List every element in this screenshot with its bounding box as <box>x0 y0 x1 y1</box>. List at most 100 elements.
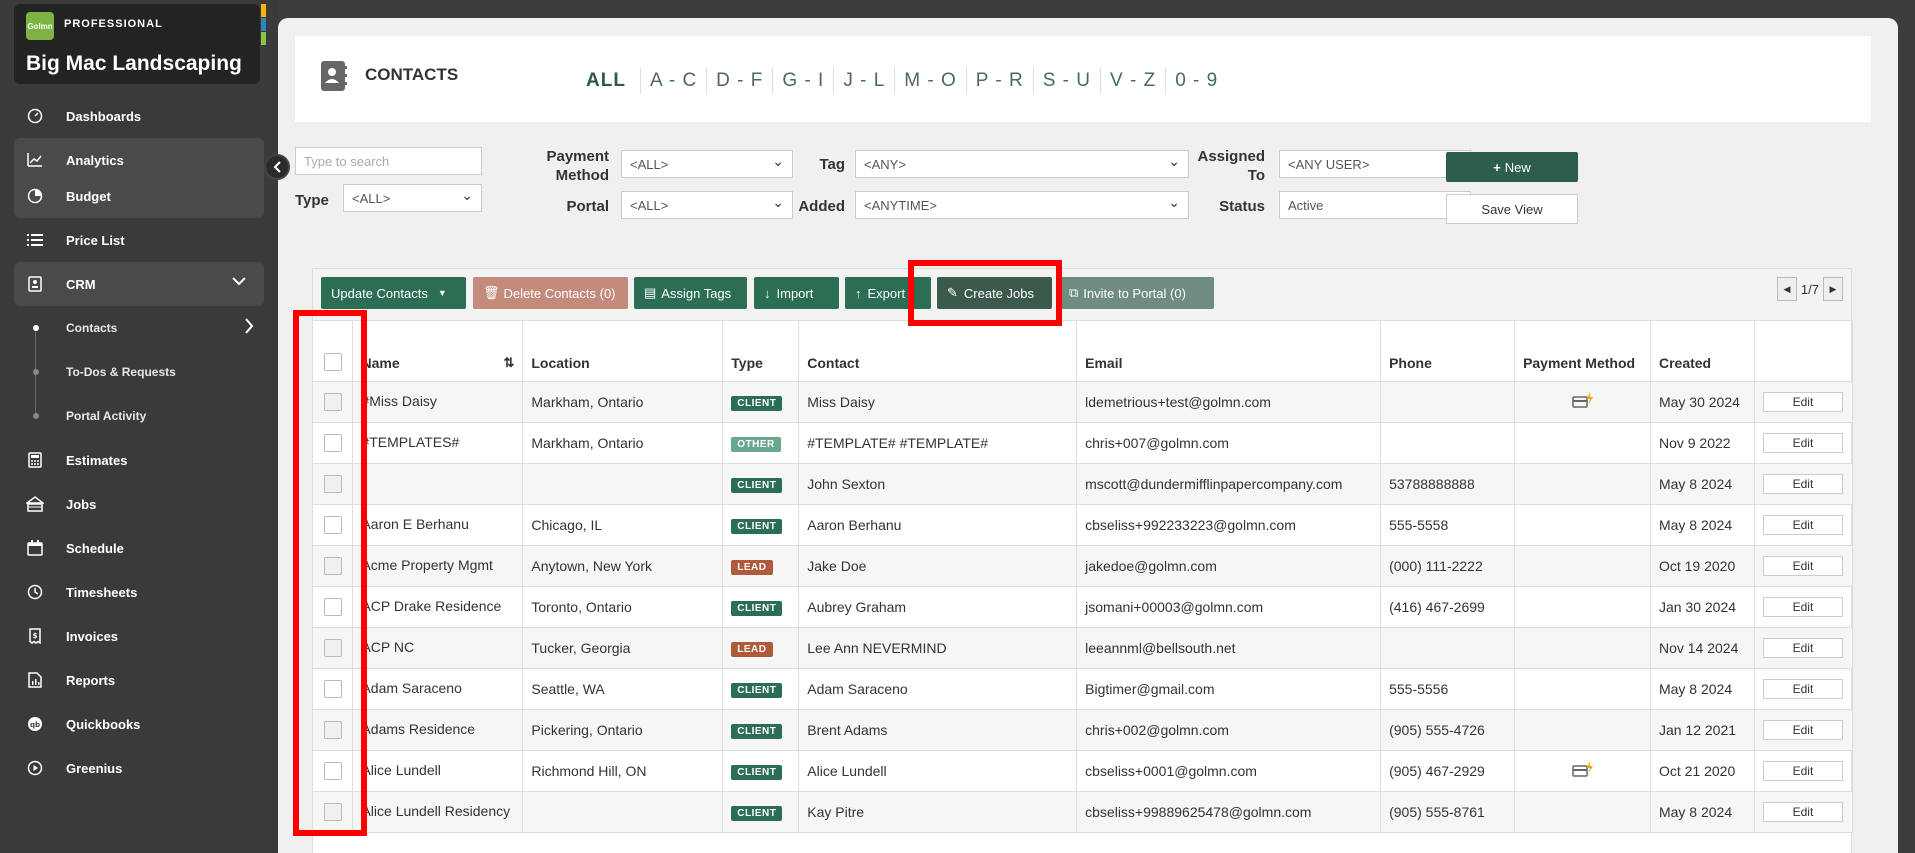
portal-select[interactable]: <ALL> <box>621 191 793 219</box>
import-button[interactable]: ↓ Import <box>754 277 839 309</box>
table-row[interactable]: Acme Property Mgmt Anytown, New York LEAD J… <box>313 545 1854 587</box>
nav-schedule[interactable]: Schedule <box>0 526 278 570</box>
cell-type: CLIENT <box>722 463 800 505</box>
nav-label: Schedule <box>66 540 124 556</box>
cell-name[interactable]: ACP Drake Residence <box>352 586 524 628</box>
alpha-d-f[interactable]: D - F <box>706 68 772 94</box>
nav-crm[interactable]: CRM <box>14 262 264 306</box>
table-row[interactable]: Adams Residence Pickering, Ontario CLIENT B… <box>313 709 1854 751</box>
table-row[interactable]: #TEMPLATES# Markham, Ontario OTHER #TEMPLAT… <box>313 422 1854 464</box>
collapse-sidebar-button[interactable] <box>264 154 290 180</box>
new-contact-button[interactable]: + New <box>1446 152 1578 182</box>
nav-timesheets[interactable]: Timesheets <box>0 570 278 614</box>
cell-phone <box>1380 422 1516 464</box>
edit-button[interactable]: Edit <box>1762 719 1843 740</box>
nav-reports[interactable]: Reports <box>0 658 278 702</box>
assign-tags-button[interactable]: ▤ Assign Tags <box>634 277 747 309</box>
cell-name[interactable]: Aaron E Berhanu <box>352 504 524 546</box>
cell-name[interactable]: Acme Property Mgmt <box>352 545 524 587</box>
edit-button[interactable]: Edit <box>1762 391 1843 412</box>
column-header-payment-method[interactable]: Payment Method <box>1514 321 1651 382</box>
type-select[interactable]: <ALL> <box>343 184 482 212</box>
nav-label: Dashboards <box>66 108 142 124</box>
cell-type: OTHER <box>722 422 800 464</box>
edit-button[interactable]: Edit <box>1762 473 1843 494</box>
cell-name[interactable]: Alice Lundell <box>352 750 524 792</box>
invite-to-portal-button[interactable]: ⧉ Invite to Portal (0) <box>1059 277 1214 309</box>
cell-name[interactable]: Adams Residence <box>352 709 524 751</box>
edit-button[interactable]: Edit <box>1762 514 1843 535</box>
nav-estimates[interactable]: Estimates <box>0 438 278 482</box>
table-row[interactable]: CLIENT John Sexton mscott@dundermifflinpap… <box>313 463 1854 505</box>
svg-text:qb: qb <box>30 721 40 729</box>
table-header-row: Name ⇅ Location Type Contact Email Phone … <box>313 321 1854 382</box>
cell-name[interactable] <box>352 463 524 505</box>
cell-actions: Edit <box>1754 791 1854 833</box>
next-page-button[interactable]: ▶ <box>1823 277 1843 301</box>
edit-button[interactable]: Edit <box>1762 596 1843 617</box>
cell-name[interactable]: Adam Saraceno <box>352 668 524 710</box>
edit-button[interactable]: Edit <box>1762 637 1843 658</box>
alpha-all[interactable]: ALL <box>577 68 640 94</box>
table-row[interactable]: Adam Saraceno Seattle, WA CLIENT Adam Sarac… <box>313 668 1854 710</box>
added-select[interactable]: <ANYTIME> <box>855 191 1189 219</box>
edit-button[interactable]: Edit <box>1762 432 1843 453</box>
edit-button[interactable]: Edit <box>1762 555 1843 576</box>
table-row[interactable]: Alice Lundell Residency CLIENT Kay Pitre cb… <box>313 791 1854 833</box>
table-row[interactable]: Aaron E Berhanu Chicago, IL CLIENT Aaron Be… <box>313 504 1854 546</box>
alpha-a-c[interactable]: A - C <box>639 68 706 94</box>
table-row[interactable]: #Miss Daisy Markham, Ontario CLIENT Miss Da… <box>313 381 1854 423</box>
alpha-m-o[interactable]: M - O <box>894 68 966 94</box>
edit-button[interactable]: Edit <box>1762 801 1843 822</box>
nav-portal-activity[interactable]: Portal Activity <box>0 394 278 438</box>
table-row[interactable]: ACP NC Tucker, Georgia LEAD Lee Ann NEVERMI… <box>313 627 1854 669</box>
nav-contacts[interactable]: Contacts <box>0 306 278 350</box>
table-row[interactable]: Alice Lundell Richmond Hill, ON CLIENT Alic… <box>313 750 1854 792</box>
alpha-g-i[interactable]: G - I <box>772 68 833 94</box>
payment-method-select[interactable]: <ALL> <box>621 150 793 178</box>
edit-button[interactable]: Edit <box>1762 760 1843 781</box>
nav-budget[interactable]: Budget <box>14 174 264 218</box>
cell-phone: 555-5556 <box>1380 668 1516 710</box>
nav-quickbooks[interactable]: qb Quickbooks <box>0 702 278 746</box>
column-header-name[interactable]: Name ⇅ <box>352 321 524 382</box>
edit-button[interactable]: Edit <box>1762 678 1843 699</box>
chevron-down-icon[interactable] <box>232 274 246 289</box>
sort-icon[interactable]: ⇅ <box>503 355 514 371</box>
alpha-s-u[interactable]: S - U <box>1032 68 1100 94</box>
cell-name[interactable]: Alice Lundell Residency <box>352 791 524 833</box>
column-header-actions <box>1754 321 1854 382</box>
alpha-j-l[interactable]: J - L <box>833 68 894 94</box>
alpha-0-9[interactable]: 0 - 9 <box>1165 68 1227 94</box>
table-row[interactable]: ACP Drake Residence Toronto, Ontario CLIEN… <box>313 586 1854 628</box>
nav-invoices[interactable]: $ Invoices <box>0 614 278 658</box>
column-header-type[interactable]: Type <box>722 321 800 382</box>
column-header-location[interactable]: Location <box>522 321 724 382</box>
type-badge: CLIENT <box>731 518 783 534</box>
cell-name[interactable]: #TEMPLATES# <box>352 422 524 464</box>
update-contacts-button[interactable]: Update Contacts ▼ <box>321 277 466 309</box>
column-header-phone[interactable]: Phone <box>1380 321 1516 382</box>
column-header-created[interactable]: Created <box>1650 321 1755 382</box>
nav-jobs[interactable]: Jobs <box>0 482 278 526</box>
prev-page-button[interactable]: ◀ <box>1776 277 1797 301</box>
search-input[interactable]: Type to search <box>295 147 482 175</box>
alpha-p-r[interactable]: P - R <box>965 68 1033 94</box>
column-header-email[interactable]: Email <box>1076 321 1382 382</box>
assigned-to-select[interactable]: <ANY USER> <box>1279 150 1471 178</box>
status-select[interactable]: Active <box>1279 191 1471 219</box>
cell-location: Markham, Ontario <box>522 422 724 464</box>
delete-contacts-button[interactable]: 🗑 Delete Contacts (0) <box>473 277 628 309</box>
column-header-contact[interactable]: Contact <box>798 321 1078 382</box>
save-view-button[interactable]: Save View <box>1446 194 1578 224</box>
cell-name[interactable]: ACP NC <box>352 627 524 669</box>
alpha-v-z[interactable]: V - Z <box>1100 68 1165 94</box>
nav-dashboards[interactable]: Dashboards <box>0 94 278 138</box>
nav-label: Budget <box>66 188 111 204</box>
nav-price-list[interactable]: Price List <box>0 218 278 262</box>
tag-select[interactable]: <ANY> <box>855 150 1189 178</box>
company-name[interactable]: Big Mac Landscaping <box>26 52 242 76</box>
nav-greenius[interactable]: Greenius <box>0 746 278 790</box>
cell-name[interactable]: #Miss Daisy <box>352 381 524 423</box>
nav-todos-requests[interactable]: To-Dos & Requests <box>0 350 278 394</box>
